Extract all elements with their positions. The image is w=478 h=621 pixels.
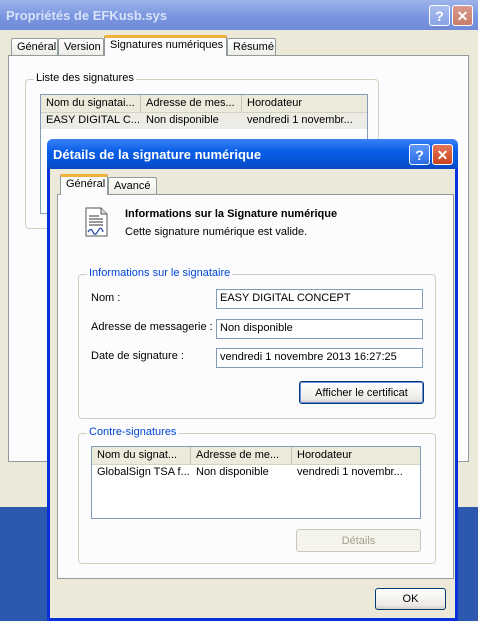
close-icon[interactable]: ✕ — [432, 144, 453, 165]
help-icon[interactable]: ? — [409, 144, 430, 165]
tab-general[interactable]: Général — [11, 38, 58, 56]
row-email: Non disponible — [196, 466, 269, 478]
properties-titlebar[interactable]: Propriétés de EFKusb.sys — [0, 0, 478, 30]
row-timestamp: vendredi 1 novembr... — [297, 466, 403, 478]
name-label: Nom : — [91, 292, 121, 304]
dialog-titlebar[interactable]: Détails de la signature numérique — [47, 139, 458, 169]
signature-status: Cette signature numérique est valide. — [125, 226, 308, 238]
tab-digital-signatures[interactable]: Signatures numériques — [104, 35, 227, 56]
signature-list-label: Liste des signatures — [34, 72, 136, 84]
dialog-panel: Informations sur la Signature numérique … — [57, 194, 454, 579]
close-icon[interactable]: ✕ — [452, 5, 473, 26]
name-field[interactable]: EASY DIGITAL CONCEPT — [216, 289, 423, 309]
certificate-document-icon — [84, 207, 110, 237]
tab-general[interactable]: Général — [60, 174, 108, 195]
column-header-email[interactable]: Adresse de mes... — [141, 95, 242, 112]
tab-version[interactable]: Version — [58, 38, 104, 56]
email-field[interactable]: Non disponible — [216, 319, 423, 339]
column-header-name[interactable]: Nom du signatai... — [41, 95, 141, 112]
column-header-email[interactable]: Adresse de me... — [191, 447, 292, 464]
dialog-title: Détails de la signature numérique — [53, 146, 262, 162]
signature-details-dialog: Détails de la signature numérique ? ✕ Gé… — [47, 139, 458, 621]
table-row[interactable]: EASY DIGITAL C... Non disponible vendred… — [41, 113, 367, 129]
list-header: Nom du signatai... Adresse de mes... Hor… — [41, 95, 367, 113]
list-header: Nom du signat... Adresse de me... Horoda… — [92, 447, 420, 465]
signer-info-label: Informations sur le signataire — [87, 267, 233, 279]
info-heading: Informations sur la Signature numérique — [125, 208, 338, 220]
details-button[interactable]: Détails — [296, 529, 421, 552]
email-label: Adresse de messagerie : — [91, 321, 213, 333]
column-header-timestamp[interactable]: Horodateur — [242, 95, 367, 112]
tab-summary[interactable]: Résumé — [227, 38, 276, 56]
tab-advanced[interactable]: Avancé — [108, 177, 157, 195]
table-row[interactable]: GlobalSign TSA f... Non disponible vendr… — [92, 465, 420, 481]
help-icon[interactable]: ? — [429, 5, 450, 26]
row-name: GlobalSign TSA f... — [97, 466, 190, 478]
ok-button[interactable]: OK — [375, 588, 446, 610]
column-header-name[interactable]: Nom du signat... — [92, 447, 191, 464]
row-name: EASY DIGITAL C... — [46, 114, 140, 126]
countersignatures-label: Contre-signatures — [87, 426, 179, 438]
row-timestamp: vendredi 1 novembr... — [247, 114, 353, 126]
column-header-timestamp[interactable]: Horodateur — [292, 447, 420, 464]
date-label: Date de signature : — [91, 350, 184, 362]
properties-title: Propriétés de EFKusb.sys — [6, 7, 168, 23]
signer-info-group: Informations sur le signataire Nom : EAS… — [78, 267, 436, 419]
date-field[interactable]: vendredi 1 novembre 2013 16:27:25 — [216, 348, 423, 368]
view-certificate-button[interactable]: Afficher le certificat — [299, 381, 424, 404]
countersignature-list[interactable]: Nom du signat... Adresse de me... Horoda… — [91, 446, 421, 519]
row-email: Non disponible — [146, 114, 219, 126]
